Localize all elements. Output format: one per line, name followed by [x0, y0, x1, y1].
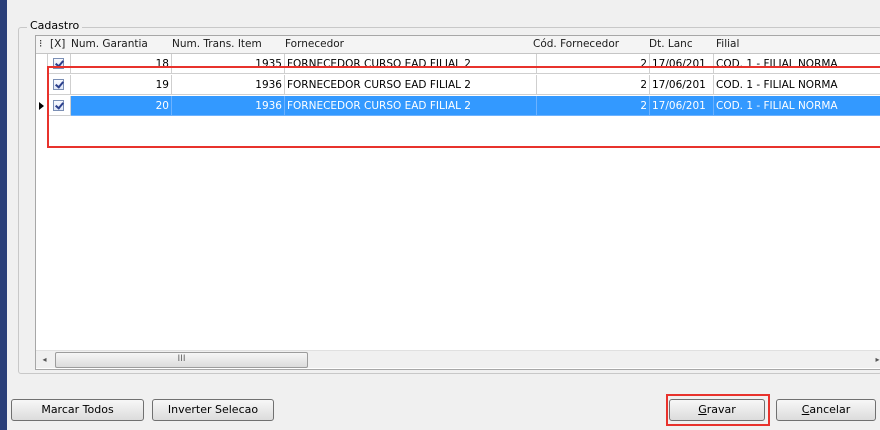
column-chooser-icon[interactable]: ⁝ — [39, 36, 48, 53]
garantia-grid[interactable]: ⁝ [X] Num. Garantia Num. Trans. Item For… — [35, 35, 880, 370]
cell-num-garantia: 20 — [71, 96, 172, 116]
row-indicator — [36, 54, 48, 74]
cancelar-label: ancelar — [809, 403, 851, 416]
scroll-right-icon[interactable]: ▸ — [869, 351, 880, 368]
header-num-garantia[interactable]: Num. Garantia — [71, 36, 171, 53]
cell-num-garantia: 18 — [71, 54, 172, 74]
cell-num-garantia: 19 — [71, 75, 172, 95]
row-check-cell[interactable] — [48, 54, 71, 74]
groupbox-title: Cadastro — [27, 19, 83, 32]
gravar-label: ravar — [706, 403, 736, 416]
row-check-cell[interactable] — [48, 75, 71, 95]
header-num-trans-item[interactable]: Num. Trans. Item — [172, 36, 284, 53]
cell-fornecedor: FORNECEDOR CURSO EAD FILIAL 2 — [285, 96, 537, 116]
cell-num-trans-item: 1936 — [172, 75, 285, 95]
cell-filial: COD. 1 - FILIAL NORMA — [714, 54, 880, 74]
header-filial[interactable]: Filial — [716, 36, 836, 53]
cell-dt-lanc: 17/06/201 — [650, 75, 714, 95]
current-row-arrow-icon — [39, 102, 44, 110]
cell-cod-fornecedor: 2 — [537, 54, 650, 74]
cell-dt-lanc: 17/06/201 — [650, 96, 714, 116]
cell-filial: COD. 1 - FILIAL NORMA — [714, 96, 880, 116]
cancelar-button[interactable]: Cancelar — [776, 399, 876, 421]
table-row-selected[interactable]: 20 1936 FORNECEDOR CURSO EAD FILIAL 2 2 … — [36, 96, 880, 117]
scroll-thumb[interactable]: III — [55, 352, 308, 368]
scroll-left-icon[interactable]: ◂ — [36, 351, 53, 368]
scroll-grip-icon: III — [177, 354, 186, 364]
row-check-cell[interactable] — [48, 96, 71, 116]
cell-cod-fornecedor: 2 — [537, 96, 650, 116]
table-row[interactable]: 19 1936 FORNECEDOR CURSO EAD FILIAL 2 2 … — [36, 75, 880, 96]
table-row[interactable]: 18 1935 FORNECEDOR CURSO EAD FILIAL 2 2 … — [36, 54, 880, 75]
cadastro-window: Cadastro ⁝ [X] Num. Garantia Num. Trans.… — [7, 0, 880, 430]
row-checkbox[interactable] — [53, 58, 64, 69]
header-fornecedor[interactable]: Fornecedor — [285, 36, 525, 53]
gravar-mnemonic: G — [698, 403, 707, 416]
horizontal-scrollbar[interactable]: ◂ III ▸ — [36, 350, 880, 368]
row-checkbox[interactable] — [53, 79, 64, 90]
grid-header: ⁝ [X] Num. Garantia Num. Trans. Item For… — [36, 36, 880, 54]
row-indicator — [36, 96, 48, 116]
cell-cod-fornecedor: 2 — [537, 75, 650, 95]
cell-filial: COD. 1 - FILIAL NORMA — [714, 75, 880, 95]
header-cod-fornecedor[interactable]: Cód. Fornecedor — [533, 36, 647, 53]
cell-num-trans-item: 1935 — [172, 54, 285, 74]
cell-dt-lanc: 17/06/201 — [650, 54, 714, 74]
cell-fornecedor: FORNECEDOR CURSO EAD FILIAL 2 — [285, 75, 537, 95]
cell-num-trans-item: 1936 — [172, 96, 285, 116]
left-window-edge — [0, 0, 7, 430]
row-indicator — [36, 75, 48, 95]
header-dt-lanc[interactable]: Dt. Lanc — [649, 36, 709, 53]
inverter-selecao-button[interactable]: Inverter Selecao — [152, 399, 274, 421]
gravar-button[interactable]: Gravar — [669, 399, 765, 421]
cell-fornecedor: FORNECEDOR CURSO EAD FILIAL 2 — [285, 54, 537, 74]
marcar-todos-button[interactable]: Marcar Todos — [11, 399, 144, 421]
header-check-all[interactable]: [X] — [50, 36, 70, 53]
row-checkbox[interactable] — [53, 100, 64, 111]
